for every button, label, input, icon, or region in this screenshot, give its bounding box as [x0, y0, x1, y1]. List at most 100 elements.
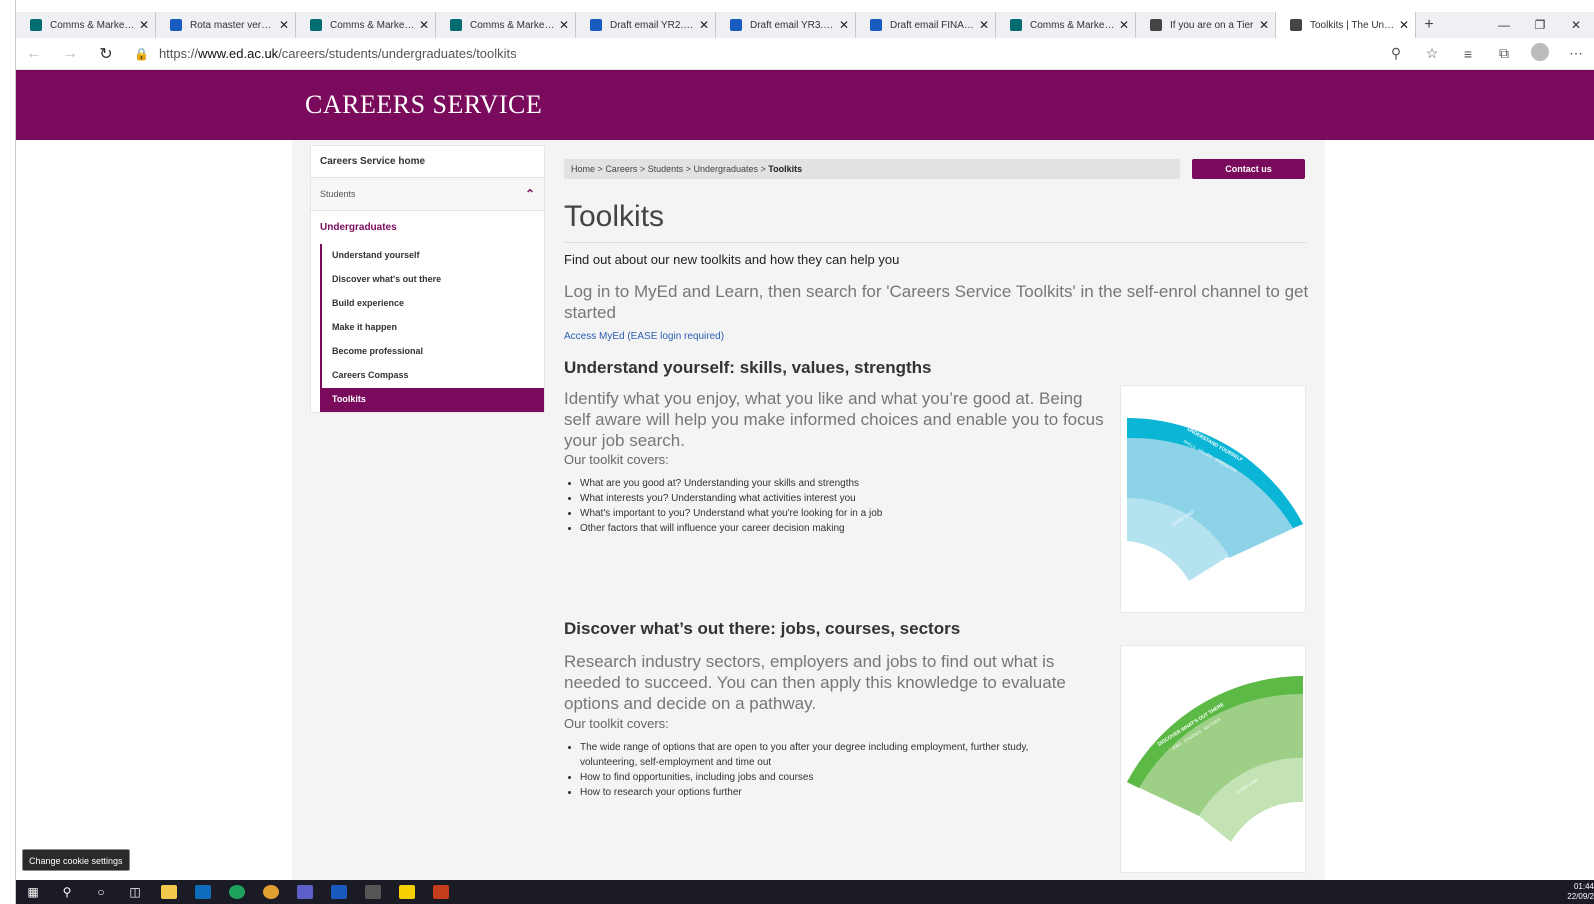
access-myed-link[interactable]: Access MyEd (EASE login required): [564, 331, 724, 342]
breadcrumb-undergraduates[interactable]: Undergraduates: [693, 164, 758, 174]
lock-icon: 🔒: [134, 46, 149, 61]
sidebar-sub-list: Understand yourself Discover what's out t…: [320, 244, 544, 412]
sharepoint-icon: [450, 19, 462, 31]
breadcrumb-careers[interactable]: Careers: [605, 164, 637, 174]
sidebar-item[interactable]: Become professional: [322, 340, 544, 364]
task-view-icon[interactable]: ◫: [121, 883, 149, 901]
tab-close-icon[interactable]: ✕: [559, 18, 569, 32]
window-controls: — ❐ ✕: [1486, 12, 1594, 38]
word-icon: [730, 19, 742, 31]
word-icon[interactable]: [325, 883, 353, 901]
breadcrumb-home[interactable]: Home: [571, 164, 595, 174]
sidebar-item[interactable]: Discover what's out there: [322, 268, 544, 292]
forward-icon[interactable]: →: [52, 45, 88, 63]
file-explorer-icon[interactable]: [155, 883, 183, 901]
tab-label: Comms & Marketin: [1030, 19, 1115, 31]
tab-label: If you are on a Tier: [1170, 19, 1254, 31]
understand-yourself-arc: UNDERSTAND YOURSELF SKILLS · VALUES · ST…: [1127, 418, 1303, 581]
breadcrumb-separator: >: [685, 164, 691, 174]
contact-us-button[interactable]: Contact us: [1192, 159, 1305, 179]
search-icon[interactable]: ⚲: [53, 883, 81, 901]
tab-close-icon[interactable]: ✕: [839, 18, 849, 32]
discover-arc: DISCOVER WHAT'S OUT THERE JOBS · COURSES…: [1127, 676, 1303, 842]
discover-whats-out-there-graphic: DISCOVER WHAT'S OUT THERE JOBS · COURSES…: [1120, 645, 1306, 873]
site-title[interactable]: CAREERS SERVICE: [305, 90, 542, 120]
section-subheading: Our toolkit covers:: [564, 716, 669, 731]
system-clock[interactable]: 01:44 22/09/2: [1567, 882, 1594, 902]
tab-close-icon[interactable]: ✕: [699, 18, 709, 32]
tab-close-icon[interactable]: ✕: [279, 18, 289, 32]
browser-tab[interactable]: Draft email YR2.doc ✕: [576, 12, 716, 38]
tab-close-icon[interactable]: ✕: [1119, 18, 1129, 32]
restore-button[interactable]: ❐: [1522, 18, 1558, 32]
tab-label: Comms & Marketin: [330, 19, 415, 31]
back-icon[interactable]: ←: [16, 45, 52, 63]
sidebar-item[interactable]: Careers Compass: [322, 364, 544, 388]
tab-close-icon[interactable]: ✕: [1259, 18, 1269, 32]
teams-icon[interactable]: [291, 883, 319, 901]
tab-label: Rota master version: [190, 19, 275, 31]
sidebar-item[interactable]: Toolkits: [322, 388, 544, 412]
favorite-star-icon[interactable]: ☆: [1414, 45, 1450, 62]
edge-icon[interactable]: [223, 883, 251, 901]
favorites-list-icon[interactable]: ≡: [1450, 46, 1486, 62]
tab-close-icon[interactable]: ✕: [979, 18, 989, 32]
cortana-icon[interactable]: ○: [87, 883, 115, 901]
windows-start-icon[interactable]: ▦: [19, 883, 47, 901]
url-field[interactable]: 🔒 https://www.ed.ac.uk/careers/students/…: [134, 46, 1324, 61]
sidebar-undergraduates[interactable]: Undergraduates: [311, 211, 544, 244]
outlook-icon[interactable]: [189, 883, 217, 901]
refresh-icon[interactable]: ↻: [88, 44, 124, 64]
collections-icon[interactable]: ⧉: [1486, 45, 1522, 62]
new-tab-button[interactable]: +: [1416, 16, 1442, 34]
minimize-button[interactable]: —: [1486, 18, 1522, 32]
section-lead: Identify what you enjoy, what you like a…: [564, 389, 1104, 450]
browser-tab[interactable]: Comms & Marketin ✕: [16, 12, 156, 38]
tab-label: Draft email YR3.doc: [750, 19, 835, 31]
profile-icon[interactable]: [1522, 43, 1558, 64]
page-lead: Log in to MyEd and Learn, then search fo…: [564, 282, 1309, 322]
windows-taskbar: ▦ ⚲ ○ ◫ 01:44 22/09/2: [16, 880, 1594, 904]
cookie-settings-button[interactable]: Change cookie settings: [22, 849, 130, 871]
browser-tab[interactable]: Comms & Marketin ✕: [436, 12, 576, 38]
url-host: www.ed.ac.uk: [197, 46, 279, 61]
sidebar-students-label: Students: [320, 189, 356, 199]
chevron-up-icon[interactable]: ⌃: [525, 187, 535, 201]
close-window-button[interactable]: ✕: [1558, 18, 1594, 32]
section-subheading: Our toolkit covers:: [564, 452, 669, 467]
browser-tab[interactable]: If you are on a Tier ✕: [1136, 12, 1276, 38]
bullet-item: What interests you? Understanding what a…: [580, 491, 1080, 506]
globe-icon: [1290, 19, 1302, 31]
breadcrumb-students[interactable]: Students: [648, 164, 684, 174]
chrome-icon[interactable]: [257, 883, 285, 901]
tab-close-icon[interactable]: ✕: [139, 18, 149, 32]
browser-tab[interactable]: Comms & Marketin ✕: [296, 12, 436, 38]
bullet-item: What are you good at? Understanding your…: [580, 476, 1080, 491]
sidebar-item[interactable]: Make it happen: [322, 316, 544, 340]
sidebar-item[interactable]: Understand yourself: [322, 244, 544, 268]
section-bullet-list: What are you good at? Understanding your…: [580, 476, 1080, 536]
more-menu-icon[interactable]: ⋯: [1558, 45, 1594, 62]
section-lead: Research industry sectors, employers and…: [564, 652, 1066, 713]
browser-tab[interactable]: Comms & Marketin ✕: [996, 12, 1136, 38]
sidebar-item[interactable]: Build experience: [322, 292, 544, 316]
bullet-item: The wide range of options that are open …: [580, 740, 1080, 770]
sidebar-home-link[interactable]: Careers Service home: [311, 146, 544, 178]
breadcrumb-separator: >: [760, 164, 766, 174]
sidebar-students[interactable]: Students ⌃: [311, 178, 544, 211]
browser-tab[interactable]: Rota master version ✕: [156, 12, 296, 38]
calculator-icon[interactable]: [359, 883, 387, 901]
powerpoint-icon[interactable]: [427, 883, 455, 901]
browser-tab[interactable]: Draft email YR3.doc ✕: [716, 12, 856, 38]
zoom-icon[interactable]: ⚲: [1378, 45, 1414, 62]
tab-close-icon[interactable]: ✕: [419, 18, 429, 32]
browser-tab[interactable]: Toolkits | The Unive ✕: [1276, 12, 1416, 38]
tab-label: Comms & Marketin: [50, 19, 135, 31]
browser-tab-bar: Comms & Marketin ✕ Rota master version ✕ Com…: [16, 12, 1594, 38]
browser-tab[interactable]: Draft email FINAL.d ✕: [856, 12, 996, 38]
section-heading: Discover what’s out there: jobs, courses…: [564, 619, 961, 638]
tab-close-icon[interactable]: ✕: [1399, 18, 1409, 32]
sticky-notes-icon[interactable]: [393, 883, 421, 901]
bullet-item: What's important to you? Understand what…: [580, 506, 1080, 521]
breadcrumb-separator: >: [597, 164, 603, 174]
